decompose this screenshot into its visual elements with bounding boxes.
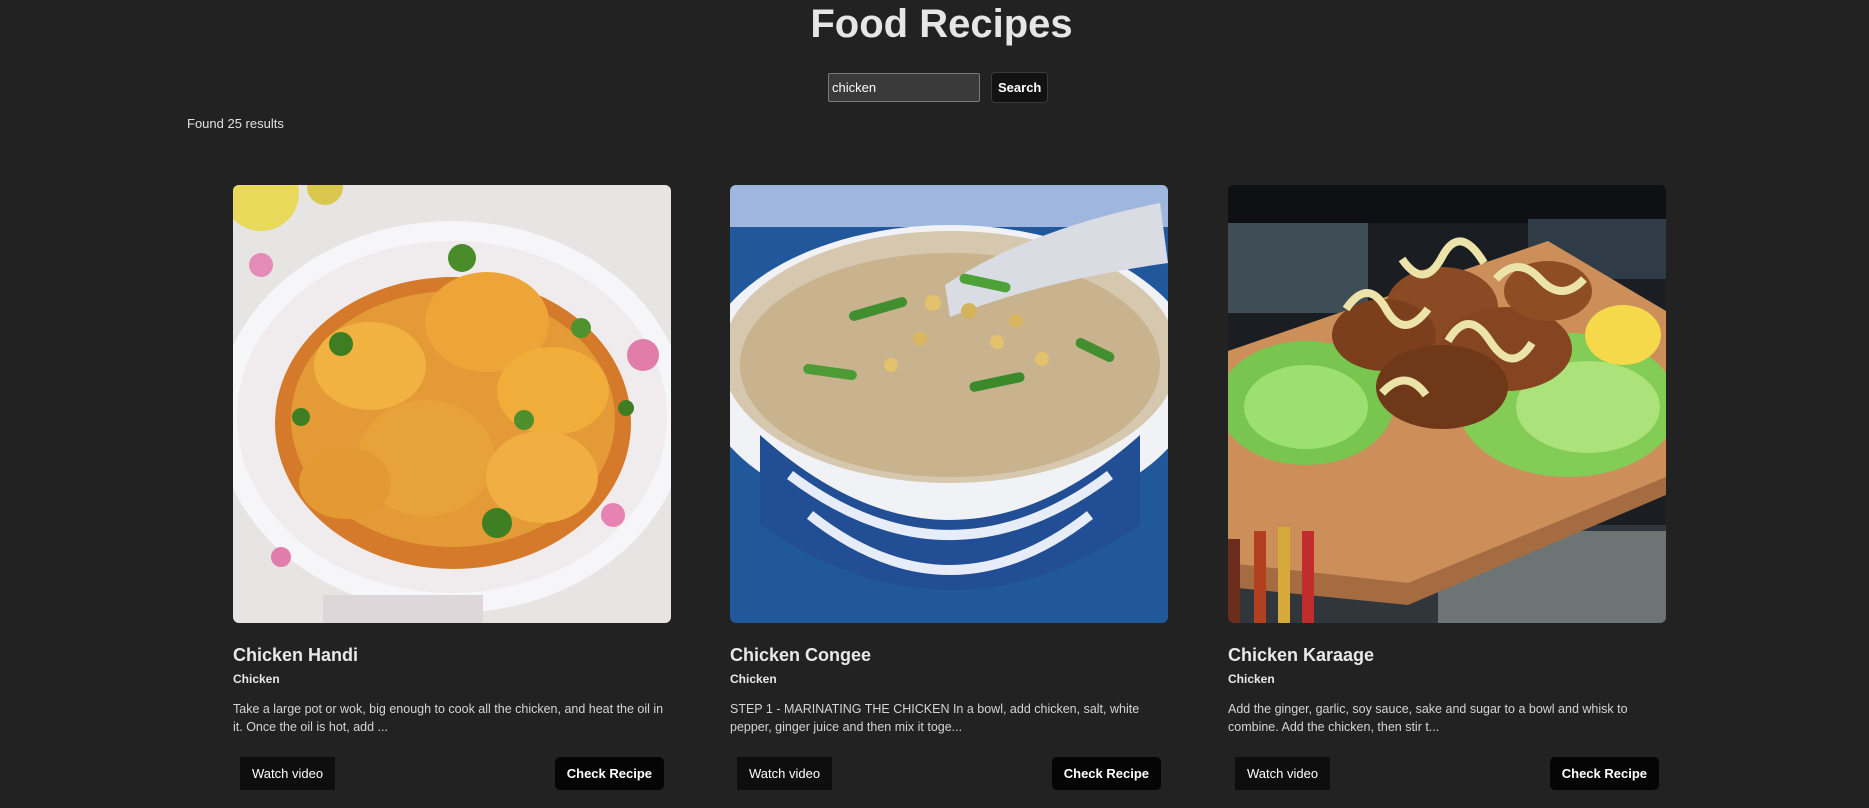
- recipe-card-chicken-handi: Chicken Handi Chicken Take a large pot o…: [233, 185, 671, 808]
- recipe-description: STEP 1 - MARINATING THE CHICKEN In a bow…: [730, 702, 1140, 734]
- recipe-image-chicken-karaage[interactable]: [1228, 185, 1666, 623]
- results-count: Found 25 results: [187, 116, 284, 131]
- watch-video-button[interactable]: Watch video: [1235, 757, 1331, 790]
- recipe-category: Chicken: [1228, 672, 1275, 686]
- recipe-description: Take a large pot or wok, big enough to c…: [233, 702, 664, 734]
- search-bar: Search: [828, 72, 1048, 103]
- watch-video-button[interactable]: Watch video: [240, 757, 336, 790]
- recipe-title[interactable]: Chicken Handi: [233, 645, 358, 666]
- recipe-card-chicken-karaage: Chicken Karaage Chicken Add the ginger, …: [1228, 185, 1666, 808]
- recipe-description: Add the ginger, garlic, soy sauce, sake …: [1228, 702, 1628, 734]
- check-recipe-button[interactable]: Check Recipe: [554, 757, 664, 790]
- chicken-handi-photo: [233, 185, 671, 623]
- recipe-search-page: Food Recipes Search Found 25 results: [0, 0, 1869, 808]
- chicken-karaage-photo: [1228, 185, 1666, 623]
- recipe-image-chicken-handi[interactable]: [233, 185, 671, 623]
- chicken-congee-photo: [730, 185, 1168, 623]
- watch-video-button[interactable]: Watch video: [737, 757, 833, 790]
- search-input[interactable]: [828, 73, 980, 102]
- recipe-title[interactable]: Chicken Karaage: [1228, 645, 1374, 666]
- recipe-image-chicken-congee[interactable]: [730, 185, 1168, 623]
- recipe-category: Chicken: [730, 672, 777, 686]
- recipe-category: Chicken: [233, 672, 280, 686]
- check-recipe-button[interactable]: Check Recipe: [1051, 757, 1161, 790]
- page-title: Food Recipes: [810, 2, 1073, 46]
- search-button[interactable]: Search: [991, 72, 1048, 103]
- recipe-card-chicken-congee: Chicken Congee Chicken STEP 1 - MARINATI…: [730, 185, 1168, 808]
- recipe-title[interactable]: Chicken Congee: [730, 645, 871, 666]
- check-recipe-button[interactable]: Check Recipe: [1549, 757, 1659, 790]
